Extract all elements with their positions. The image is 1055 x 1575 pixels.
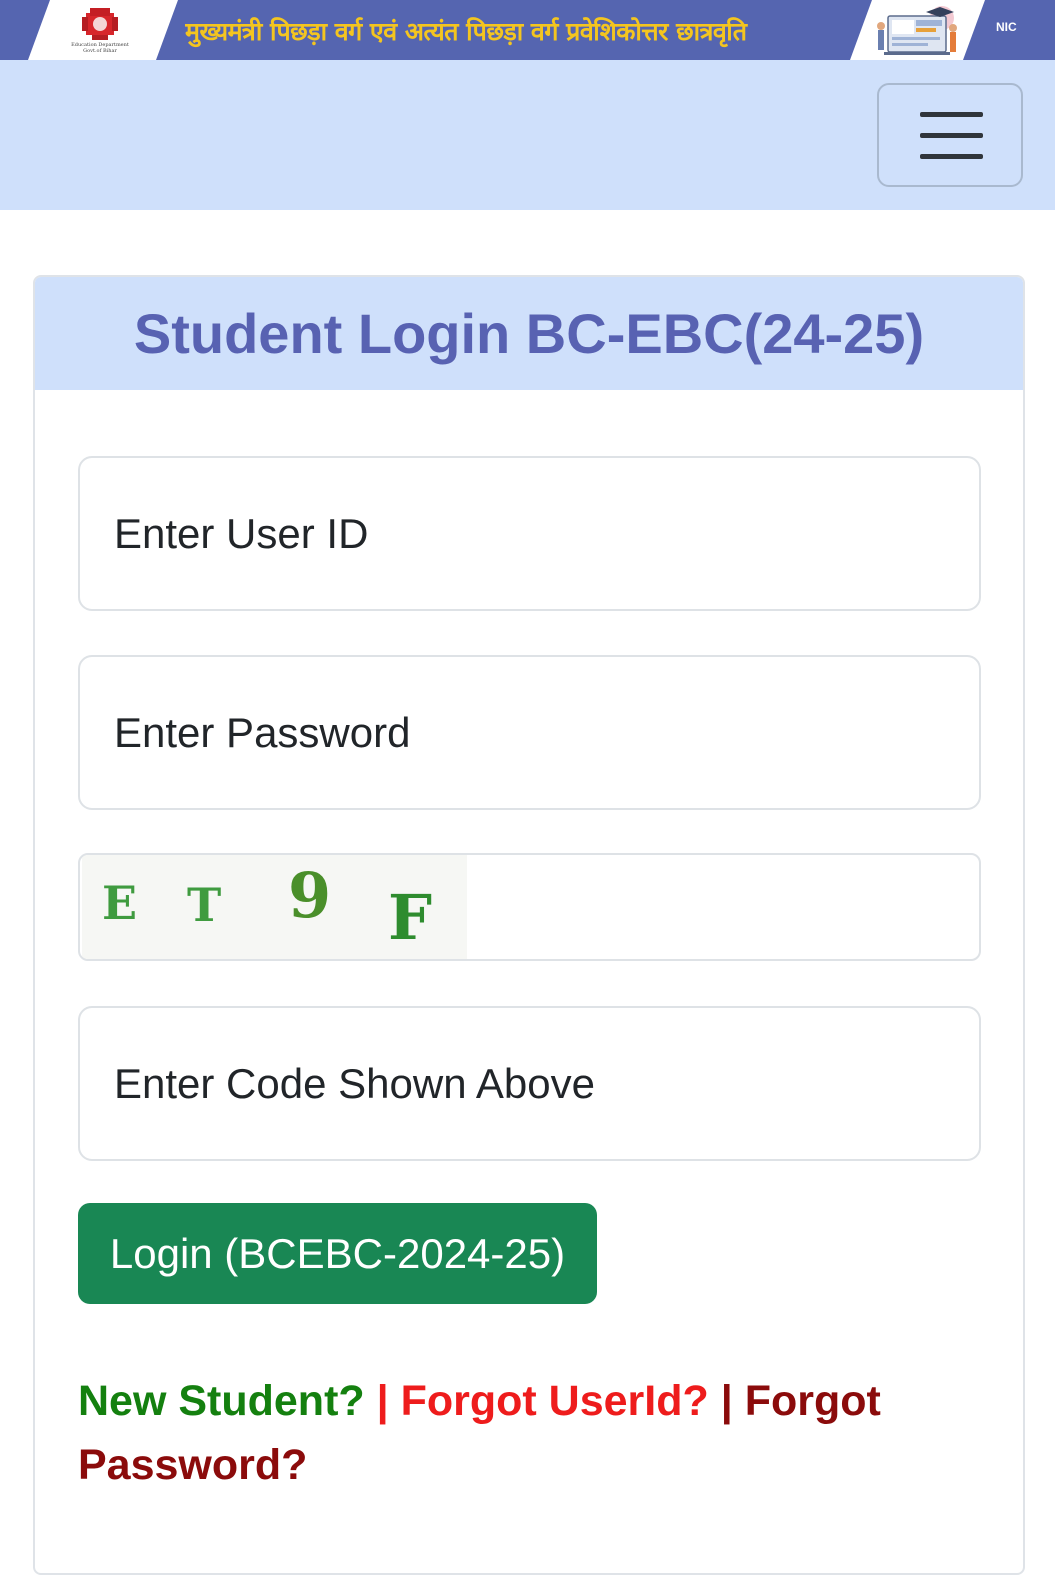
login-card-header: Student Login BC-EBC(24-25) [35,277,1023,390]
login-card: Student Login BC-EBC(24-25) Enter User I… [33,275,1025,1575]
link-separator: | [720,1377,733,1425]
hamburger-menu-icon-bar [920,133,983,138]
captcha-box: E T 9 F [78,853,981,961]
captcha-char-3: 9 [288,859,331,932]
captcha-image-graphic: E T 9 F [102,859,432,954]
account-links: New Student? | Forgot UserId? | Forgot P… [78,1369,938,1497]
nic-logo-text: NIC [996,20,1017,34]
scholarship-illustration-icon [877,6,957,55]
top-banner: Education Department Govt.of Bihar मुख्य… [0,0,1055,60]
captcha-code-placeholder: Enter Code Shown Above [114,1060,595,1107]
captcha-image: E T 9 F [82,855,467,959]
navbar-toggler-button[interactable] [877,83,1023,187]
captcha-char-4: F [388,881,432,954]
new-student-link[interactable]: New Student? [78,1377,365,1425]
navbar [0,60,1055,210]
hamburger-menu-icon [920,112,983,117]
captcha-char-1: E [102,876,137,930]
password-placeholder: Enter Password [114,709,411,756]
user-id-field[interactable]: Enter User ID [78,456,981,611]
banner-title: मुख्यमंत्री पिछड़ा वर्ग एवं अत्यंत पिछड़… [185,17,747,46]
password-field[interactable]: Enter Password [78,655,981,810]
login-button[interactable]: Login (BCEBC-2024-25) [78,1203,597,1304]
link-separator: | [376,1377,389,1425]
forgot-userid-link[interactable]: Forgot UserId? [401,1377,709,1425]
emblem-caption: Education Department Govt.of Bihar [71,42,129,54]
hamburger-menu-icon-bar [920,154,983,159]
captcha-code-field[interactable]: Enter Code Shown Above [78,1006,981,1161]
user-id-placeholder: Enter User ID [114,510,369,557]
captcha-char-2: T [187,878,221,932]
nic-logo: NIC [996,18,1048,42]
page-title: Student Login BC-EBC(24-25) [133,302,925,365]
